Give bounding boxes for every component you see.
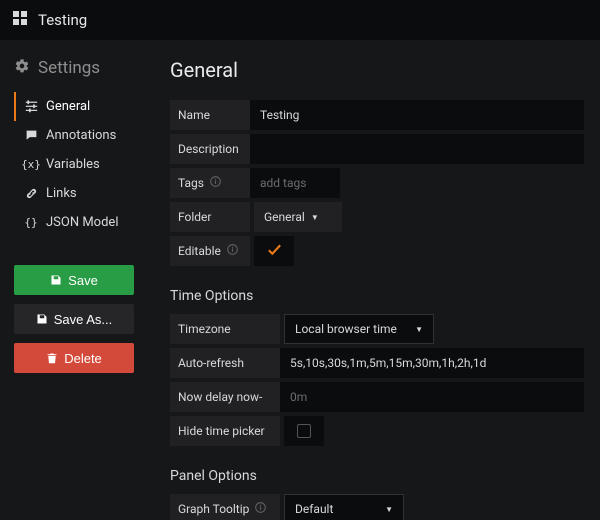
save-button[interactable]: Save — [14, 265, 134, 295]
folder-label: Folder — [170, 202, 250, 232]
tags-label: Tags — [170, 168, 250, 198]
save-as-icon — [36, 313, 48, 325]
trash-icon — [46, 352, 58, 364]
checkmark-icon — [266, 241, 283, 262]
caret-down-icon: ▼ — [385, 505, 393, 514]
topbar: Testing — [0, 0, 600, 40]
sidebar-item-label: JSON Model — [46, 215, 118, 230]
info-icon[interactable] — [255, 502, 266, 516]
link-icon — [24, 187, 38, 200]
autorefresh-input[interactable] — [280, 348, 584, 378]
tooltip-select[interactable]: Default ▼ — [284, 494, 404, 520]
sidebar-item-links[interactable]: Links — [14, 179, 140, 208]
comment-icon — [24, 129, 38, 142]
sidebar-heading: Settings — [14, 58, 140, 78]
variables-icon: {x} — [24, 158, 38, 171]
description-input[interactable] — [250, 134, 584, 164]
json-icon: {} — [24, 216, 38, 229]
tags-input[interactable] — [250, 168, 340, 198]
sidebar-item-json-model[interactable]: {} JSON Model — [14, 208, 140, 237]
hidepicker-checkbox[interactable] — [284, 416, 324, 446]
autorefresh-label: Auto-refresh — [170, 348, 280, 378]
sliders-icon — [24, 100, 38, 113]
delete-button[interactable]: Delete — [14, 343, 134, 373]
settings-sidebar: Settings General Annotations {x} Variabl… — [0, 40, 150, 520]
tooltip-label: Graph Tooltip — [170, 494, 280, 520]
page-title: General — [170, 58, 584, 82]
main-content: General Name Description Tags Folder Gen… — [150, 40, 600, 520]
editable-checkbox[interactable] — [254, 236, 294, 266]
save-as-button-label: Save As... — [54, 312, 113, 327]
editable-label: Editable — [170, 236, 250, 266]
caret-down-icon: ▼ — [311, 213, 319, 222]
sidebar-title: Settings — [38, 58, 100, 78]
time-options-heading: Time Options — [170, 288, 584, 304]
info-icon[interactable] — [227, 244, 238, 258]
panel-options-heading: Panel Options — [170, 468, 584, 484]
caret-down-icon: ▼ — [415, 325, 423, 334]
sidebar-item-label: Annotations — [46, 128, 116, 143]
save-button-label: Save — [68, 273, 98, 288]
timezone-select[interactable]: Local browser time ▼ — [284, 314, 434, 344]
nowdelay-label: Now delay now- — [170, 382, 280, 412]
apps-icon[interactable] — [12, 10, 28, 30]
name-label: Name — [170, 100, 250, 130]
sidebar-item-variables[interactable]: {x} Variables — [14, 150, 140, 179]
delete-button-label: Delete — [64, 351, 102, 366]
checkbox-empty-icon — [297, 424, 311, 438]
save-icon — [50, 274, 62, 286]
nowdelay-input[interactable] — [280, 382, 584, 412]
folder-select[interactable]: General ▼ — [254, 202, 342, 232]
gear-icon — [14, 58, 30, 78]
description-label: Description — [170, 134, 250, 164]
sidebar-item-annotations[interactable]: Annotations — [14, 121, 140, 150]
dashboard-title[interactable]: Testing — [38, 11, 87, 29]
name-input[interactable] — [250, 100, 584, 130]
sidebar-item-label: Variables — [46, 157, 100, 172]
info-icon[interactable] — [210, 176, 221, 190]
sidebar-item-general[interactable]: General — [14, 92, 140, 121]
timezone-label: Timezone — [170, 314, 280, 344]
sidebar-item-label: General — [46, 99, 90, 114]
hidepicker-label: Hide time picker — [170, 416, 280, 446]
sidebar-item-label: Links — [46, 186, 77, 201]
save-as-button[interactable]: Save As... — [14, 304, 134, 334]
